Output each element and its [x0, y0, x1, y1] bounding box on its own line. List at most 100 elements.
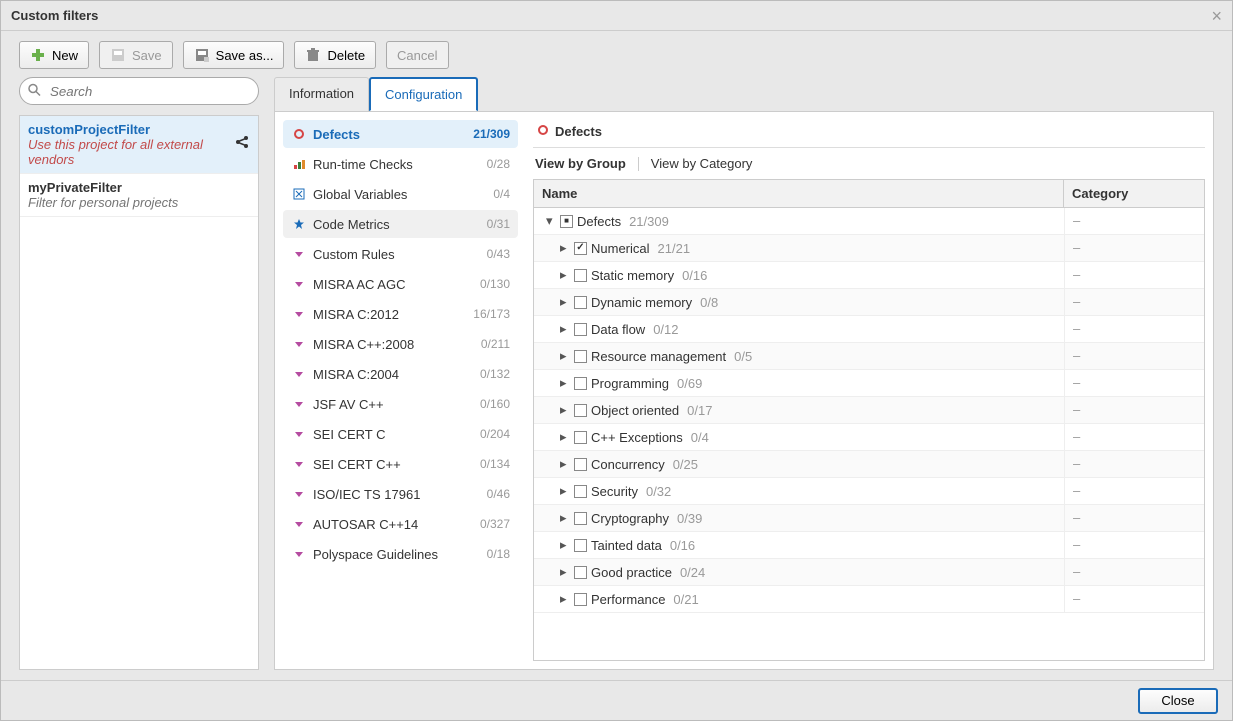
checkbox[interactable] [574, 242, 587, 255]
caret-right-icon[interactable]: ▸ [560, 510, 570, 526]
category-item[interactable]: MISRA C:201216/173 [283, 300, 518, 328]
caret-right-icon[interactable]: ▸ [560, 294, 570, 310]
row-label: Resource management [591, 349, 726, 364]
close-button[interactable]: Close [1138, 688, 1218, 714]
new-button[interactable]: New [19, 41, 89, 69]
category-count: 0/204 [480, 427, 510, 441]
category-name: AUTOSAR C++14 [313, 517, 480, 532]
row-label: Cryptography [591, 511, 669, 526]
category-name: MISRA C:2004 [313, 367, 480, 382]
category-item[interactable]: MISRA C++:20080/211 [283, 330, 518, 358]
tree-row[interactable]: ▸Numerical21/21– [534, 235, 1204, 262]
tree-row[interactable]: ▸Data flow0/12– [534, 316, 1204, 343]
caret-right-icon[interactable]: ▸ [560, 537, 570, 553]
tree-row[interactable]: ▸C++ Exceptions0/4– [534, 424, 1204, 451]
caret-right-icon[interactable]: ▸ [560, 402, 570, 418]
checkbox[interactable] [560, 215, 573, 228]
delete-button[interactable]: Delete [294, 41, 376, 69]
tab-configuration[interactable]: Configuration [369, 77, 478, 111]
category-icon [291, 276, 307, 292]
close-icon[interactable]: × [1211, 7, 1222, 25]
content: customProjectFilterUse this project for … [1, 77, 1232, 680]
filter-name: customProjectFilter [28, 122, 250, 137]
tab-information[interactable]: Information [274, 77, 369, 111]
category-item[interactable]: Custom Rules0/43 [283, 240, 518, 268]
tree-row[interactable]: ▸Tainted data0/16– [534, 532, 1204, 559]
category-item[interactable]: Run-time Checks0/28 [283, 150, 518, 178]
checkbox[interactable] [574, 485, 587, 498]
caret-right-icon[interactable]: ▸ [560, 483, 570, 499]
caret-right-icon[interactable]: ▸ [560, 429, 570, 445]
caret-right-icon[interactable]: ▸ [560, 321, 570, 337]
category-item[interactable]: MISRA AC AGC0/130 [283, 270, 518, 298]
category-item[interactable]: AUTOSAR C++140/327 [283, 510, 518, 538]
checkbox[interactable] [574, 593, 587, 606]
category-item[interactable]: Code Metrics0/31 [283, 210, 518, 238]
row-category: – [1064, 424, 1204, 450]
category-icon [291, 426, 307, 442]
category-name: JSF AV C++ [313, 397, 480, 412]
caret-right-icon[interactable]: ▸ [560, 564, 570, 580]
category-item[interactable]: Polyspace Guidelines0/18 [283, 540, 518, 568]
row-category: – [1064, 505, 1204, 531]
category-name: SEI CERT C++ [313, 457, 480, 472]
search-input[interactable] [19, 77, 259, 105]
cancel-button: Cancel [386, 41, 448, 69]
tree-row[interactable]: ▸Object oriented0/17– [534, 397, 1204, 424]
tree-row[interactable]: ▸Performance0/21– [534, 586, 1204, 613]
caret-right-icon[interactable]: ▸ [560, 591, 570, 607]
caret-right-icon[interactable]: ▸ [560, 456, 570, 472]
tree-row[interactable]: ▸Static memory0/16– [534, 262, 1204, 289]
search-icon [27, 83, 41, 100]
category-item[interactable]: ISO/IEC TS 179610/46 [283, 480, 518, 508]
caret-right-icon[interactable]: ▸ [560, 348, 570, 364]
checkbox[interactable] [574, 296, 587, 309]
row-count: 0/69 [677, 376, 702, 391]
row-category: – [1064, 370, 1204, 396]
row-label: Dynamic memory [591, 295, 692, 310]
filter-item[interactable]: customProjectFilterUse this project for … [20, 116, 258, 174]
view-by-category[interactable]: View by Category [651, 156, 753, 171]
tree-row-root[interactable]: ▾Defects21/309– [534, 208, 1204, 235]
checkbox[interactable] [574, 350, 587, 363]
tree-row[interactable]: ▸Security0/32– [534, 478, 1204, 505]
checkbox[interactable] [574, 512, 587, 525]
checkbox[interactable] [574, 404, 587, 417]
tree-row[interactable]: ▸Programming0/69– [534, 370, 1204, 397]
footer: Close [1, 680, 1232, 720]
category-name: SEI CERT C [313, 427, 480, 442]
share-icon[interactable] [234, 134, 250, 153]
checkbox[interactable] [574, 566, 587, 579]
checkbox[interactable] [574, 323, 587, 336]
row-category: – [1064, 397, 1204, 423]
save-label: Save [132, 48, 162, 63]
saveas-button[interactable]: Save as... [183, 41, 285, 69]
category-item[interactable]: SEI CERT C0/204 [283, 420, 518, 448]
category-item[interactable]: SEI CERT C++0/134 [283, 450, 518, 478]
category-item[interactable]: JSF AV C++0/160 [283, 390, 518, 418]
tree-row[interactable]: ▸Dynamic memory0/8– [534, 289, 1204, 316]
category-name: MISRA AC AGC [313, 277, 480, 292]
checkbox[interactable] [574, 539, 587, 552]
tree-row[interactable]: ▸Cryptography0/39– [534, 505, 1204, 532]
caret-right-icon[interactable]: ▸ [560, 267, 570, 283]
category-item[interactable]: MISRA C:20040/132 [283, 360, 518, 388]
checkbox[interactable] [574, 431, 587, 444]
category-item[interactable]: Defects21/309 [283, 120, 518, 148]
checkbox[interactable] [574, 269, 587, 282]
row-label: Tainted data [591, 538, 662, 553]
tree-row[interactable]: ▸Resource management0/5– [534, 343, 1204, 370]
category-count: 0/211 [481, 337, 510, 351]
tree-row[interactable]: ▸Concurrency0/25– [534, 451, 1204, 478]
left-panel: customProjectFilterUse this project for … [19, 77, 259, 670]
checkbox[interactable] [574, 458, 587, 471]
filter-item[interactable]: myPrivateFilterFilter for personal proje… [20, 174, 258, 217]
row-label: Performance [591, 592, 665, 607]
caret-right-icon[interactable]: ▸ [560, 375, 570, 391]
checkbox[interactable] [574, 377, 587, 390]
caret-right-icon[interactable]: ▸ [560, 240, 570, 256]
category-item[interactable]: Global Variables0/4 [283, 180, 518, 208]
caret-down-icon[interactable]: ▾ [546, 213, 556, 229]
view-by-group[interactable]: View by Group [535, 156, 626, 171]
tree-row[interactable]: ▸Good practice0/24– [534, 559, 1204, 586]
